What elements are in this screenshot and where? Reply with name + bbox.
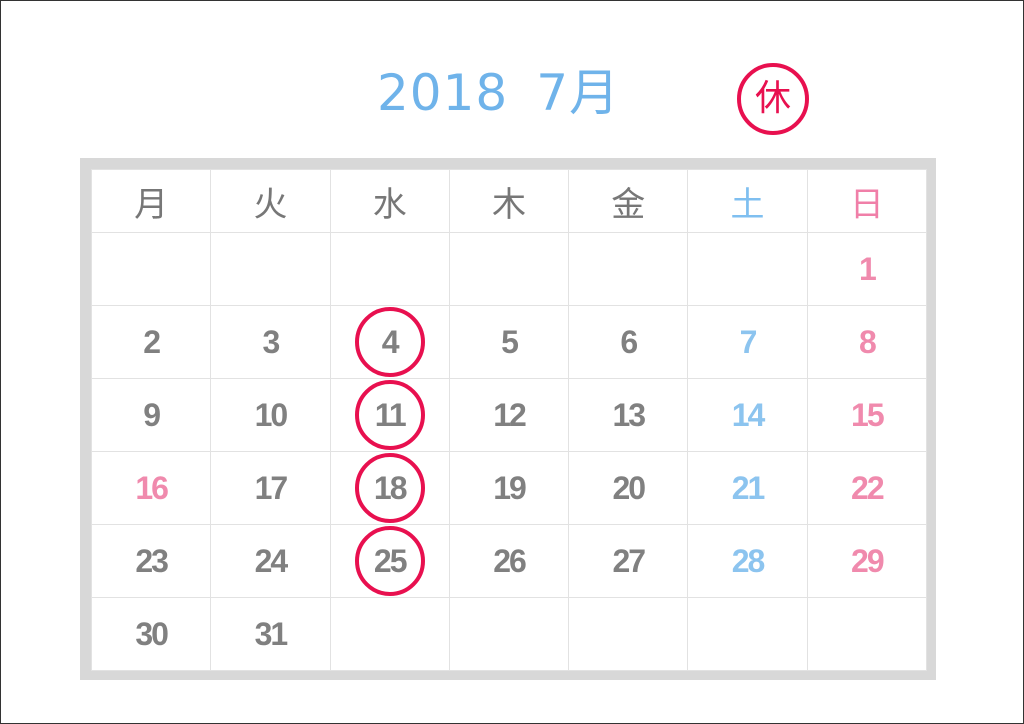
weekday-wed: 水 [329,169,450,233]
day-cell-mon: 23 [90,524,212,598]
day-cell-fri: 6 [568,305,689,379]
day-number: 29 [851,542,885,579]
day-cell-sat [687,597,808,671]
day-cell-wed: 18 [329,451,450,525]
day-cell-sat: 21 [687,451,808,525]
day-number: 23 [135,542,169,579]
day-cell-tue: 3 [210,305,331,379]
day-number: 3 [262,323,281,360]
day-number: 6 [620,323,638,360]
day-number: 14 [731,396,766,433]
day-cell-tue: 17 [210,451,331,525]
day-number: 27 [612,542,646,579]
day-number: 15 [851,396,885,433]
day-number: 24 [254,542,289,579]
day-cell-thu: 5 [448,305,570,379]
day-cell-wed [329,232,450,306]
calendar-week-row: 2 3 4 5 6 7 8 [90,305,928,379]
day-cell-fri: 27 [568,524,689,598]
day-number: 19 [493,469,527,506]
day-cell-sat: 14 [687,378,808,452]
day-cell-thu: 26 [448,524,570,598]
day-number: 8 [858,323,877,360]
calendar-week-row: 1 [90,232,928,306]
day-number: 17 [254,469,289,506]
day-cell-thu: 12 [448,378,570,452]
weekday-header-row: 月 火 水 木 金 土 日 [90,169,928,233]
calendar-week-row: 30 31 [90,597,928,671]
day-cell-mon: 2 [90,305,212,379]
day-cell-sat [687,232,808,306]
day-number: 18 [373,469,408,506]
day-cell-fri [568,597,689,671]
day-cell-tue: 10 [210,378,331,452]
weekday-sat: 土 [687,169,808,233]
day-cell-tue [210,232,331,306]
day-cell-sun: 15 [806,378,928,452]
calendar-weeks: 1 2 3 4 5 6 7 8 9 10 11 12 13 14 15 16 17 18 19 20 21 22 23 24 2… [90,232,928,671]
day-cell-fri [568,232,689,306]
weekday-tue: 火 [210,169,331,233]
day-number: 31 [254,615,289,652]
day-cell-fri: 20 [568,451,689,525]
day-cell-mon [90,232,212,306]
day-number: 30 [135,615,169,652]
day-number: 22 [851,469,885,506]
calendar-grid: 月 火 水 木 金 土 日 1 2 3 4 5 6 7 8 9 10 11 12 13 14 15 16 17 1… [90,169,928,671]
day-cell-tue: 24 [210,524,331,598]
day-cell-wed: 11 [329,378,450,452]
day-number: 20 [612,469,646,506]
day-cell-wed [329,597,450,671]
day-cell-mon: 9 [90,378,212,452]
calendar-week-row: 23 24 25 26 27 28 29 [90,524,928,598]
weekday-fri: 金 [568,169,689,233]
day-cell-sat: 7 [687,305,808,379]
day-cell-thu [448,597,570,671]
day-cell-sun: 22 [806,451,928,525]
day-cell-mon: 30 [90,597,212,671]
day-cell-sun: 1 [806,232,928,306]
day-cell-sun [806,597,928,671]
calendar-month: 7月 [536,64,621,122]
day-number: 5 [501,323,519,360]
day-number: 12 [493,396,527,433]
day-cell-wed: 25 [329,524,450,598]
calendar-year: 2018 [377,64,509,122]
day-number: 25 [373,542,408,579]
day-cell-sun: 29 [806,524,928,598]
day-cell-thu: 19 [448,451,570,525]
day-cell-fri: 13 [568,378,689,452]
calendar-title: 2018 7月 [377,59,620,127]
day-cell-tue: 31 [210,597,331,671]
calendar-week-row: 9 10 11 12 13 14 15 [90,378,928,452]
day-number: 13 [612,396,646,433]
calendar-week-row: 16 17 18 19 20 21 22 [90,451,928,525]
day-cell-sun: 8 [806,305,928,379]
day-number: 2 [143,323,161,360]
day-number: 11 [374,396,407,433]
calendar-page: 2018 7月 休 月 火 水 木 金 土 日 1 2 3 4 5 6 7 8 9 10 11 12 13… [0,0,1024,724]
closed-day-legend-mark: 休 [737,63,809,135]
day-number: 16 [135,469,169,506]
weekday-mon: 月 [90,169,212,233]
day-number: 28 [731,542,766,579]
weekday-thu: 木 [448,169,570,233]
day-number: 4 [381,323,400,360]
weekday-sun: 日 [806,169,928,233]
day-cell-wed: 4 [329,305,450,379]
day-number: 7 [739,323,758,360]
day-number: 9 [143,396,161,433]
day-cell-thu [448,232,570,306]
day-number: 10 [254,396,289,433]
day-number: 26 [493,542,527,579]
day-number: 1 [858,250,877,287]
day-cell-mon: 16 [90,451,212,525]
day-number: 21 [731,469,766,506]
day-cell-sat: 28 [687,524,808,598]
